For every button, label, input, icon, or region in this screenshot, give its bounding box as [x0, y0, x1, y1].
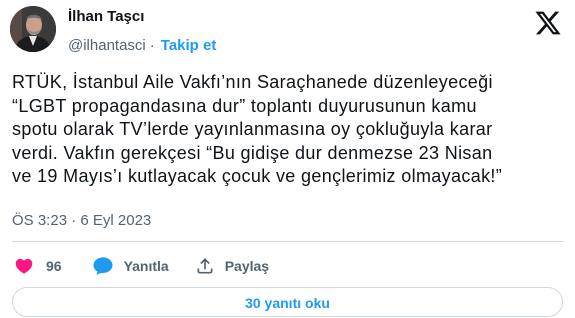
read-replies-button[interactable]: 30 yanıtı oku — [12, 287, 563, 317]
like-count: 96 — [46, 258, 62, 274]
x-logo-icon[interactable] — [534, 9, 562, 37]
action-bar: 96 Yanıtla Paylaş — [14, 255, 269, 277]
reply-button[interactable]: Yanıtla — [92, 256, 169, 276]
author-meta: @ilhantasci · Takip et — [68, 37, 216, 55]
tweet-text: RTÜK, İstanbul Aile Vakfı’nın Saraçhaned… — [12, 72, 503, 186]
like-button[interactable]: 96 — [14, 256, 62, 276]
author-name[interactable]: İlhan Taşcı — [68, 8, 144, 26]
share-label: Paylaş — [224, 258, 270, 274]
author-handle[interactable]: @ilhantasci — [68, 37, 146, 54]
meta-separator: · — [149, 37, 155, 54]
reply-label: Yanıtla — [123, 258, 169, 274]
reply-bubble-icon — [92, 256, 114, 276]
heart-icon — [14, 256, 34, 276]
divider — [12, 241, 563, 242]
tweet-timestamp[interactable]: ÖS 3:23 · 6 Eyl 2023 — [12, 212, 151, 230]
follow-button[interactable]: Takip et — [161, 37, 217, 54]
avatar[interactable] — [10, 6, 56, 52]
share-button[interactable]: Paylaş — [195, 256, 269, 276]
share-icon — [195, 256, 215, 276]
